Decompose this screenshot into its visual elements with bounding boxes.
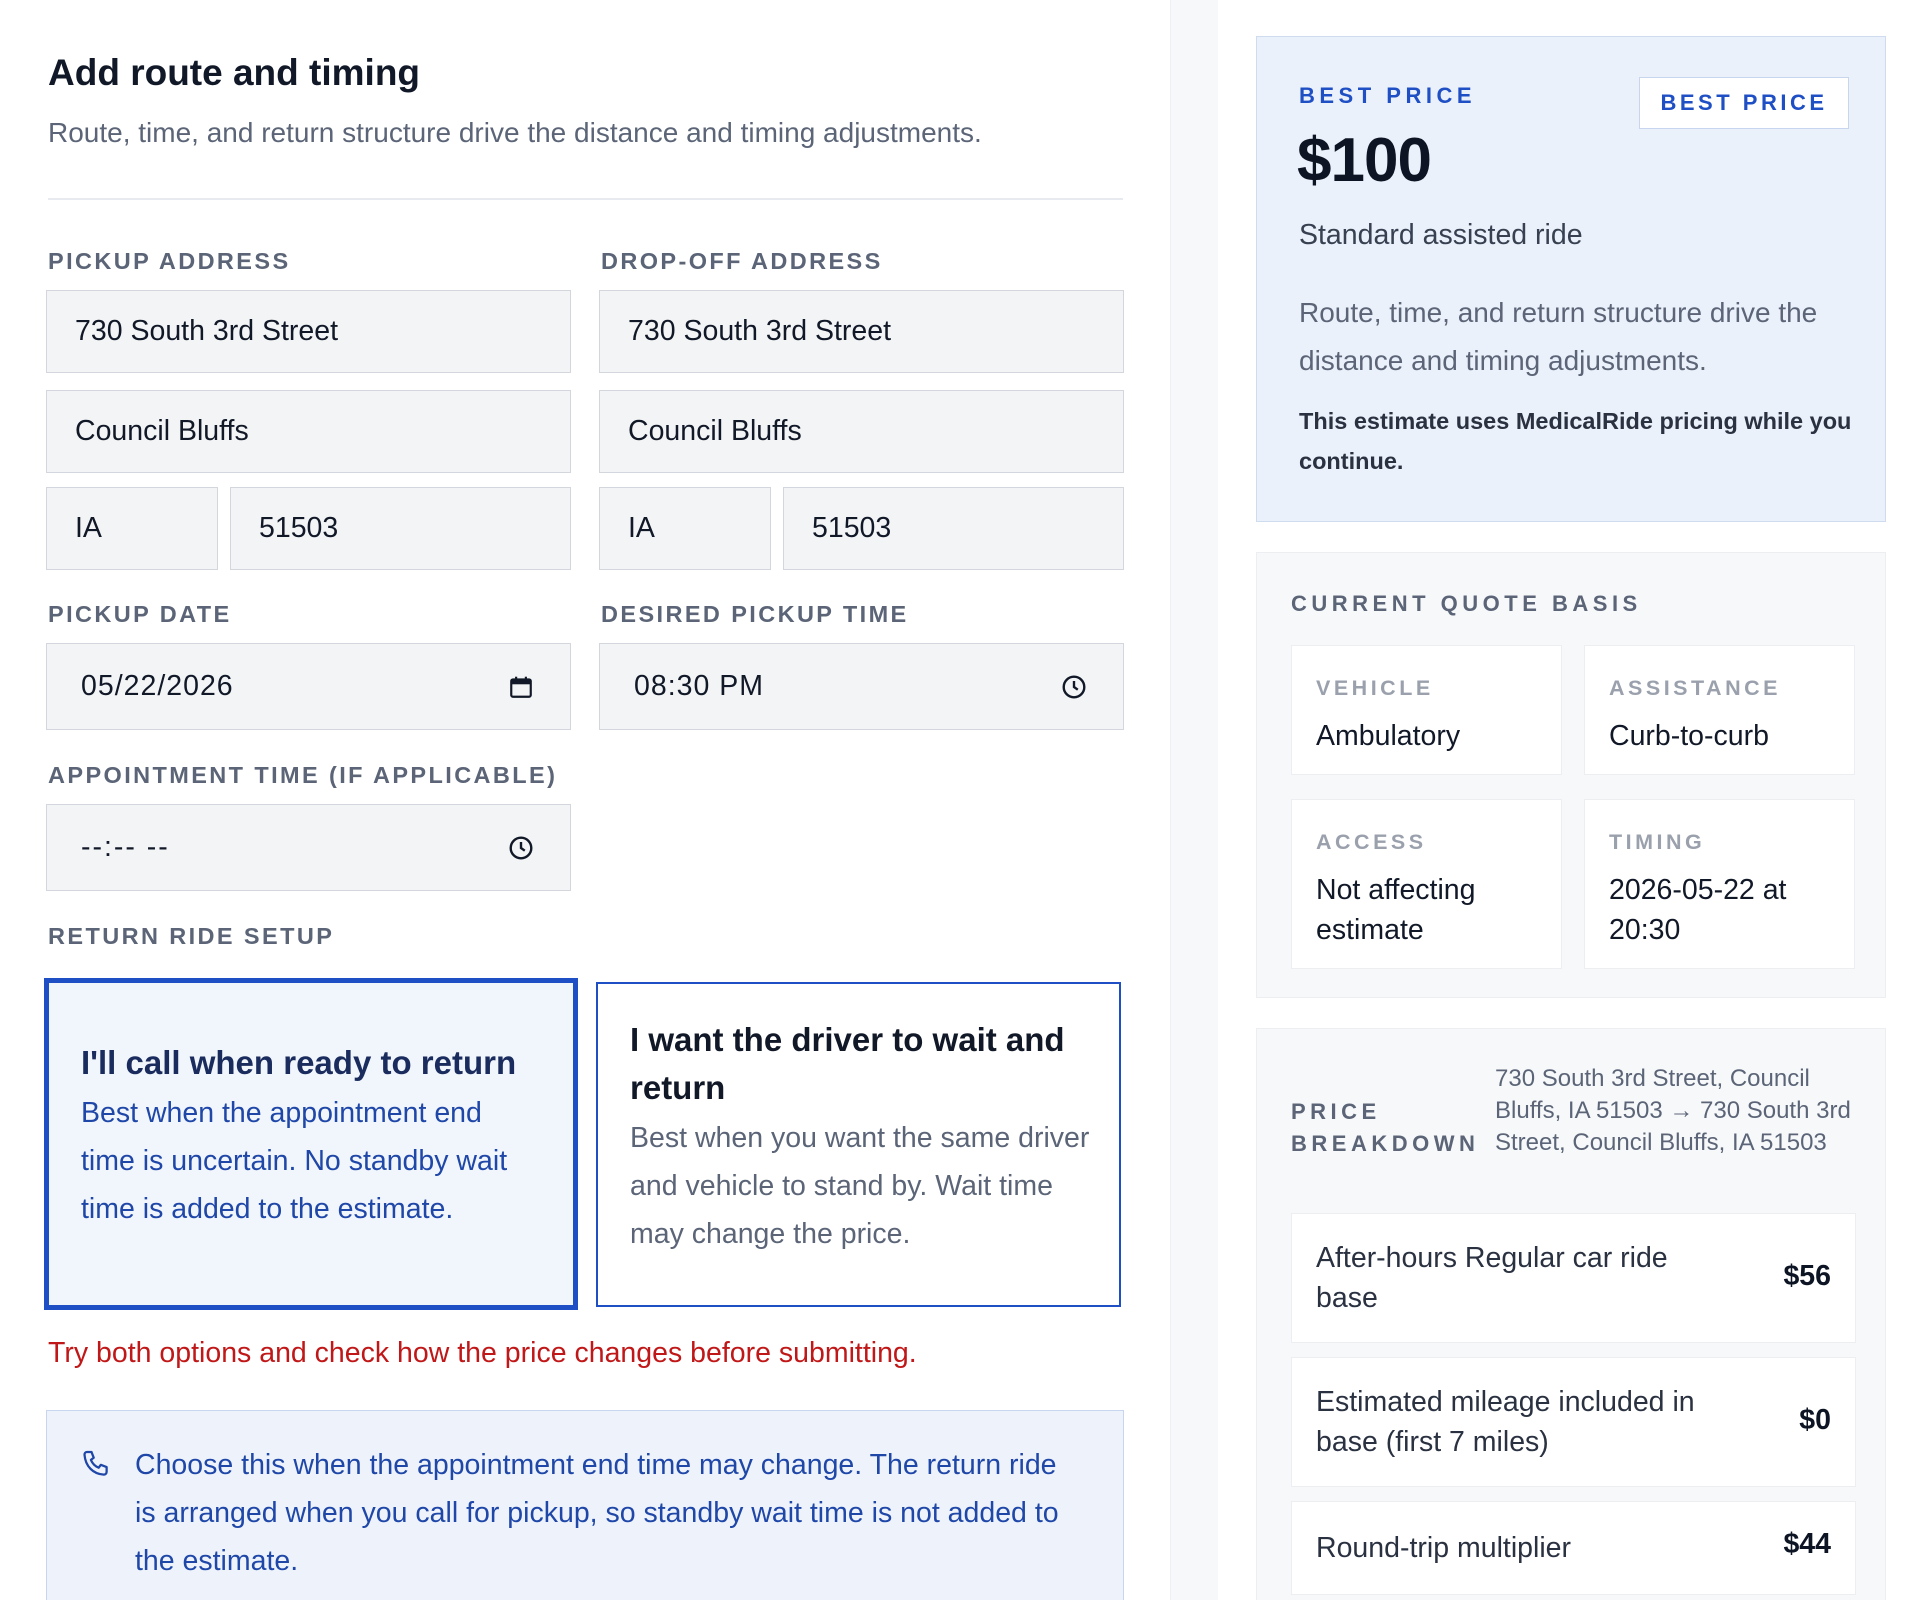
best-price-badge: BEST PRICE (1639, 77, 1849, 129)
tile-value: Ambulatory (1316, 720, 1461, 752)
tile-label: ACCESS (1316, 830, 1427, 854)
pricing-note: This estimate uses MedicalRide pricing w… (1299, 408, 1852, 474)
tile-value: Curb-to-curb (1609, 720, 1769, 752)
quote-basis-eyebrow: CURRENT QUOTE BASIS (1291, 591, 1642, 616)
dropoff-state-input[interactable]: IA (599, 487, 771, 570)
price-breakdown-eyebrow: PRICE BREAKDOWN (1291, 1099, 1480, 1156)
price-description: Route, time, and return structure drive … (1299, 297, 1818, 376)
line-item-label: After-hours Regular car ride base (1316, 1242, 1668, 1314)
price-breakdown-panel: PRICE BREAKDOWN 730 South 3rd Street, Co… (1256, 1028, 1886, 1600)
pickup-date-value: 05/22/2026 (81, 670, 234, 702)
breakdown-line-item: Round-trip multiplier $44 (1291, 1501, 1856, 1595)
return-info-text: Choose this when the appointment end tim… (135, 1449, 1059, 1577)
pickup-zip-input[interactable]: 51503 (230, 487, 571, 570)
pickup-state-input[interactable]: IA (46, 487, 218, 570)
price-comparison-warning: Try both options and check how the price… (48, 1337, 917, 1369)
column-separator (1170, 0, 1218, 1600)
price-amount: $100 (1297, 126, 1432, 195)
pickup-date-label: PICKUP DATE (48, 601, 232, 627)
appointment-time-label: APPOINTMENT TIME (IF APPLICABLE) (48, 762, 558, 788)
pickup-city-input[interactable]: Council Bluffs (46, 390, 571, 473)
pickup-date-input[interactable]: 05/22/2026 (46, 643, 571, 730)
line-item-label: Round-trip multiplier (1316, 1532, 1572, 1564)
page-subtitle: Route, time, and return structure drive … (48, 117, 982, 148)
return-info-note: Choose this when the appointment end tim… (46, 1410, 1124, 1600)
basis-tile-timing: TIMING 2026-05-22 at 20:30 (1584, 799, 1855, 969)
return-option-description: Best when the appointment end time is un… (81, 1097, 508, 1225)
clock-icon[interactable] (508, 835, 534, 861)
return-option-description: Best when you want the same driver and v… (630, 1122, 1090, 1250)
return-option-title: I want the driver to wait and return (630, 1021, 1065, 1106)
line-item-amount: $44 (1783, 1528, 1831, 1560)
page-title: Add route and timing (48, 52, 421, 93)
tile-value: 2026-05-22 at 20:30 (1609, 874, 1787, 946)
calendar-icon[interactable] (508, 674, 534, 700)
line-item-label: Estimated mileage included in base (firs… (1316, 1386, 1695, 1458)
clock-icon[interactable] (1061, 674, 1087, 700)
tile-label: TIMING (1609, 830, 1706, 854)
appointment-time-input[interactable]: --:-- -- (46, 804, 571, 891)
pickup-time-label: DESIRED PICKUP TIME (601, 601, 909, 627)
breakdown-line-item: After-hours Regular car ride base $56 (1291, 1213, 1856, 1343)
pickup-address-label: PICKUP ADDRESS (48, 248, 291, 274)
line-item-amount: $56 (1783, 1260, 1831, 1292)
quote-basis-panel: CURRENT QUOTE BASIS VEHICLE Ambulatory A… (1256, 552, 1886, 998)
pickup-time-value: 08:30 PM (634, 670, 764, 702)
price-summary-card: BEST PRICE BEST PRICE $100 Standard assi… (1256, 36, 1886, 522)
return-ride-setup-label: RETURN RIDE SETUP (48, 923, 335, 949)
dropoff-city-input[interactable]: Council Bluffs (599, 390, 1124, 473)
route-summary: 730 South 3rd Street, Council Bluffs, IA… (1495, 1065, 1851, 1156)
basis-tile-access: ACCESS Not affecting estimate (1291, 799, 1562, 969)
basis-tile-vehicle: VEHICLE Ambulatory (1291, 645, 1562, 775)
tile-value: Not affecting estimate (1316, 874, 1476, 946)
tile-label: VEHICLE (1316, 676, 1434, 700)
service-name: Standard assisted ride (1299, 219, 1583, 251)
dropoff-street-input[interactable]: 730 South 3rd Street (599, 290, 1124, 373)
breakdown-line-item: Estimated mileage included in base (firs… (1291, 1357, 1856, 1487)
return-option-call-when-ready[interactable]: I'll call when ready to return Best when… (44, 978, 578, 1310)
section-divider (48, 198, 1123, 200)
pickup-street-input[interactable]: 730 South 3rd Street (46, 290, 571, 373)
return-option-driver-waits[interactable]: I want the driver to wait and return Bes… (596, 982, 1121, 1307)
pickup-time-input[interactable]: 08:30 PM (599, 643, 1124, 730)
dropoff-address-label: DROP-OFF ADDRESS (601, 248, 883, 274)
tile-label: ASSISTANCE (1609, 676, 1781, 700)
return-option-title: I'll call when ready to return (81, 1044, 517, 1081)
price-eyebrow: BEST PRICE (1299, 83, 1477, 108)
appointment-time-value: --:-- -- (81, 831, 170, 863)
basis-tile-assistance: ASSISTANCE Curb-to-curb (1584, 645, 1855, 775)
dropoff-zip-input[interactable]: 51503 (783, 487, 1124, 570)
line-item-amount: $0 (1799, 1404, 1831, 1436)
phone-icon (79, 1447, 113, 1486)
